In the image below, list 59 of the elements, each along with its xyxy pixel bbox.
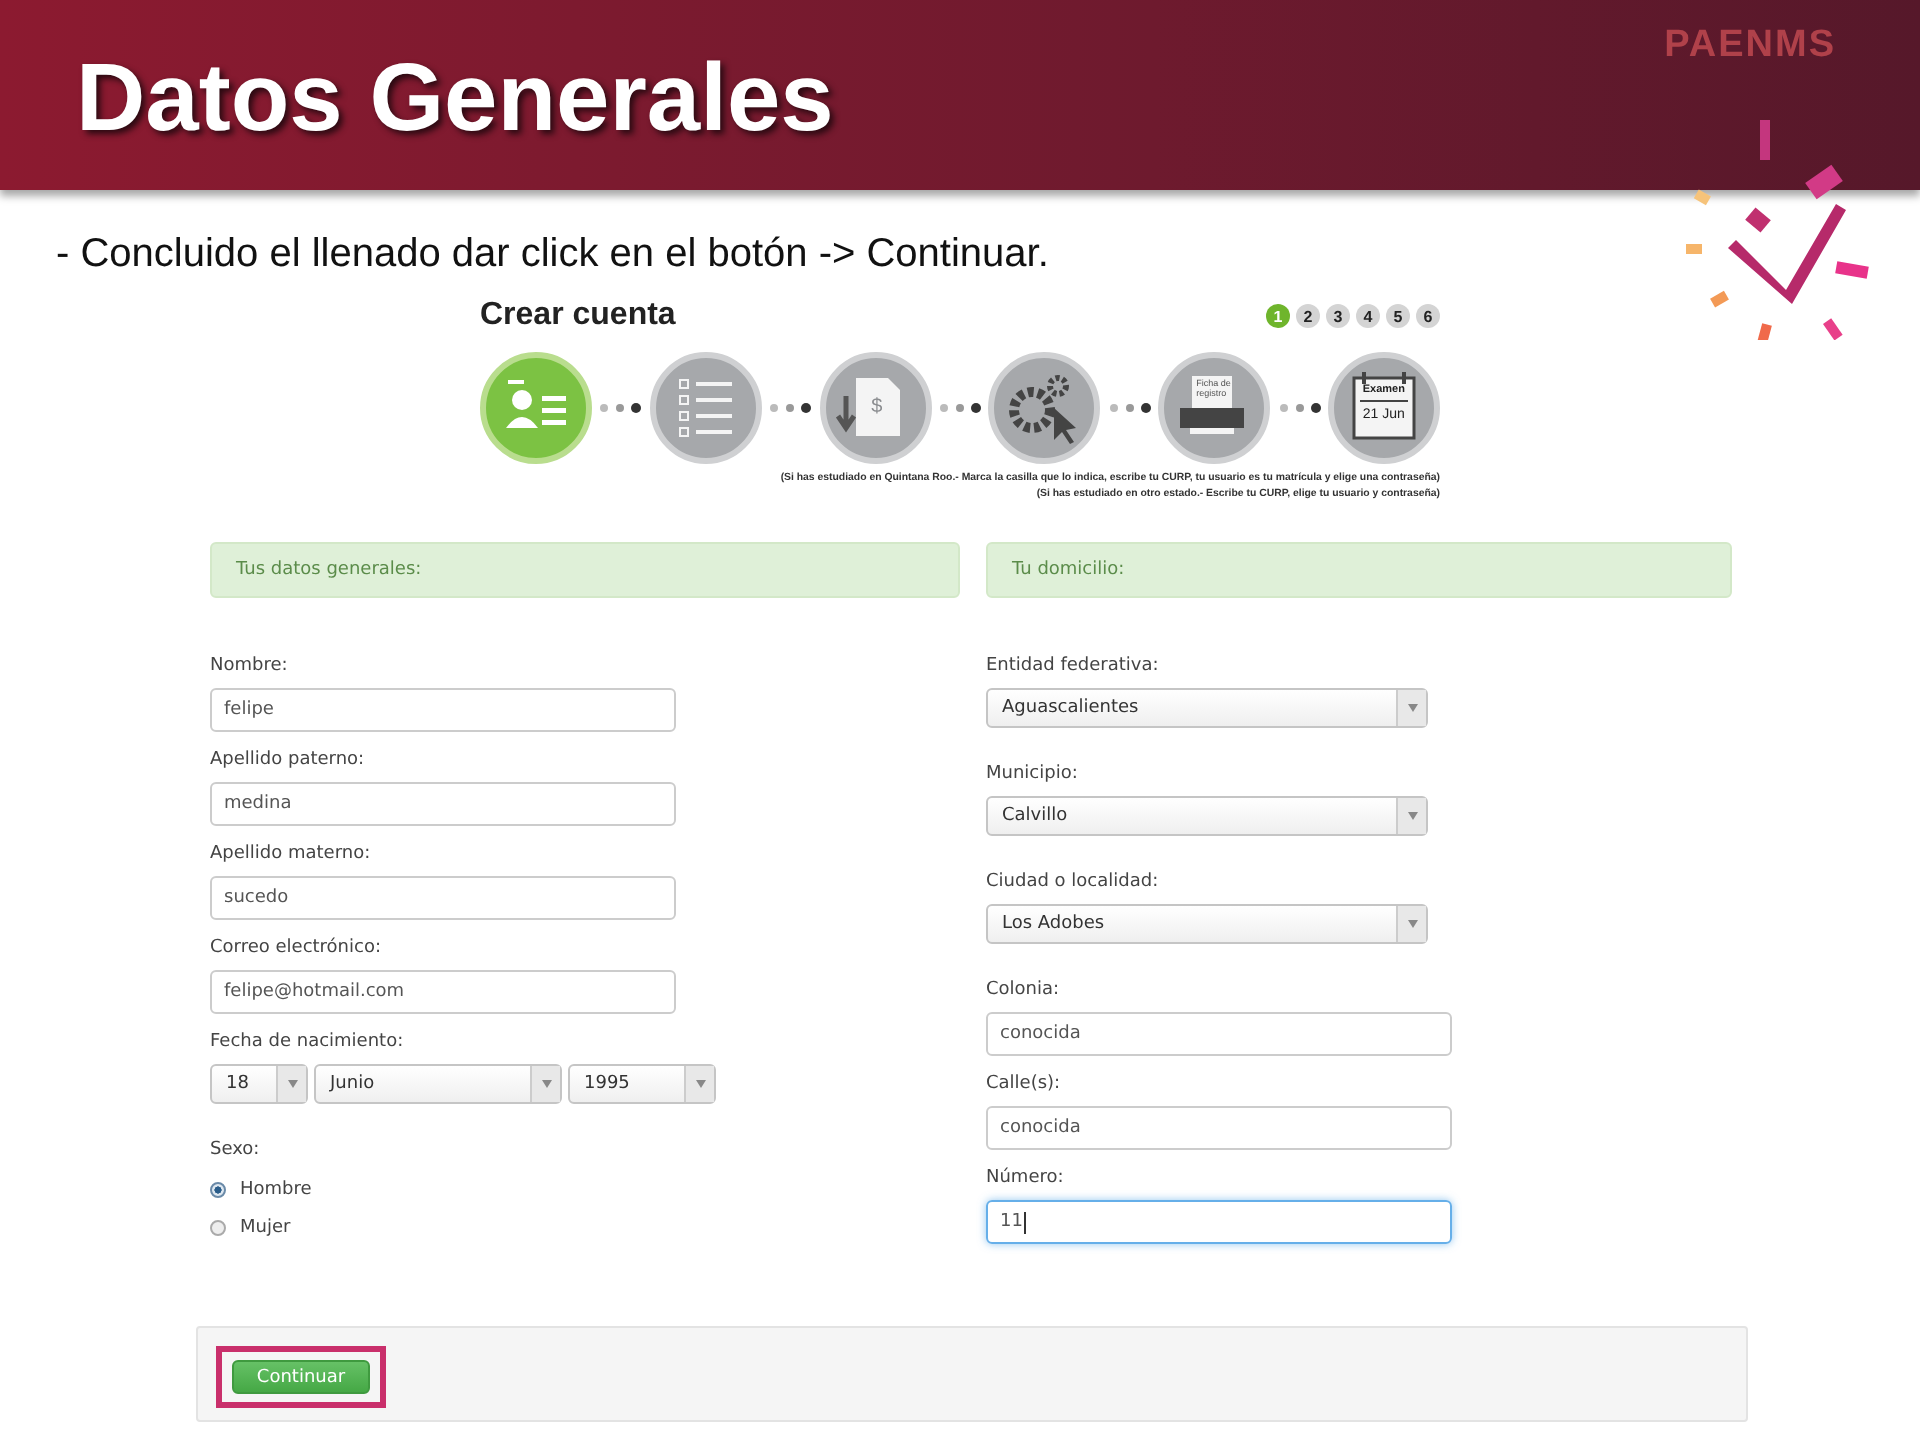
text-field[interactable]: felipe@hotmail.com bbox=[210, 970, 676, 1014]
dropdown[interactable]: 18 bbox=[210, 1064, 308, 1104]
radio-button[interactable] bbox=[210, 1181, 226, 1197]
text-field[interactable]: conocida bbox=[986, 1106, 1452, 1150]
field-label: Nombre: bbox=[210, 654, 290, 680]
caret-icon bbox=[1407, 920, 1417, 928]
dropdown-value: 18 bbox=[224, 1072, 251, 1098]
field-label: Apellido paterno: bbox=[210, 748, 367, 774]
step-number[interactable]: 3 bbox=[1326, 304, 1350, 328]
text-cursor bbox=[1024, 1211, 1027, 1233]
field-label: Número: bbox=[986, 1165, 1066, 1192]
field-label: Correo electrónico: bbox=[210, 935, 383, 962]
logo-text: PAENMS bbox=[1664, 24, 1836, 68]
caret-icon bbox=[1407, 704, 1417, 712]
field-label: Ciudad o localidad: bbox=[986, 870, 1161, 896]
field-label: Entidad federativa: bbox=[986, 654, 1161, 680]
field-label: Municipio: bbox=[986, 762, 1080, 788]
dropdown-value: Calvillo bbox=[1000, 804, 1070, 830]
dots-drawing bbox=[937, 402, 982, 414]
caret-icon bbox=[287, 1080, 297, 1088]
step-number[interactable]: 4 bbox=[1356, 304, 1380, 328]
dropdown[interactable]: Calvillo bbox=[986, 796, 1428, 836]
step-number[interactable]: 5 bbox=[1386, 304, 1410, 328]
step-number[interactable]: 2 bbox=[1296, 304, 1320, 328]
dots-drawing bbox=[598, 402, 643, 414]
instruction-text: - Concluido el llenado dar click en el botón -> Continuar. bbox=[56, 230, 1051, 278]
field-label: Colonia: bbox=[986, 978, 1062, 1004]
field-label: Fecha de nacimiento: bbox=[210, 1030, 406, 1056]
page-title: Crear cuenta bbox=[480, 298, 676, 334]
text-field[interactable]: felipe bbox=[210, 688, 676, 732]
dropdown[interactable]: Los Adobes bbox=[986, 904, 1428, 944]
field-label: Calle(s): bbox=[986, 1072, 1063, 1098]
dots-drawing bbox=[768, 402, 813, 414]
dropdown-value: 1995 bbox=[582, 1072, 632, 1098]
dropdown[interactable]: 1995 bbox=[568, 1064, 716, 1104]
slide-title: Datos Generales bbox=[76, 44, 834, 156]
field-label: Apellido materno: bbox=[210, 842, 373, 868]
radio-label: Mujer bbox=[240, 1217, 291, 1237]
step-number[interactable]: 6 bbox=[1416, 304, 1440, 328]
text-field[interactable]: medina bbox=[210, 782, 676, 826]
caret-icon bbox=[541, 1080, 551, 1088]
text-field[interactable]: conocida bbox=[986, 1012, 1452, 1056]
section-heading: Tu domicilio: bbox=[986, 542, 1732, 598]
caret-icon bbox=[695, 1080, 705, 1088]
dropdown-value: Junio bbox=[327, 1072, 377, 1098]
currency-symbol: $ bbox=[871, 396, 883, 418]
dropdown-value: Aguascalientes bbox=[1000, 696, 1141, 722]
caret-icon bbox=[1407, 812, 1417, 820]
dropdown-value: Los Adobes bbox=[1000, 912, 1107, 938]
dropdown[interactable]: Aguascalientes bbox=[986, 688, 1428, 728]
dropdown[interactable]: Junio bbox=[314, 1064, 562, 1104]
dots-drawing bbox=[1107, 402, 1152, 414]
text-field[interactable]: 11 bbox=[986, 1200, 1452, 1244]
dots-drawing bbox=[1277, 402, 1322, 414]
section-heading: Tus datos generales: bbox=[210, 542, 960, 598]
radio-label: Hombre bbox=[240, 1179, 312, 1199]
text-field[interactable]: sucedo bbox=[210, 876, 676, 920]
radio-button[interactable] bbox=[210, 1219, 226, 1235]
field-label: Sexo: bbox=[210, 1138, 262, 1164]
